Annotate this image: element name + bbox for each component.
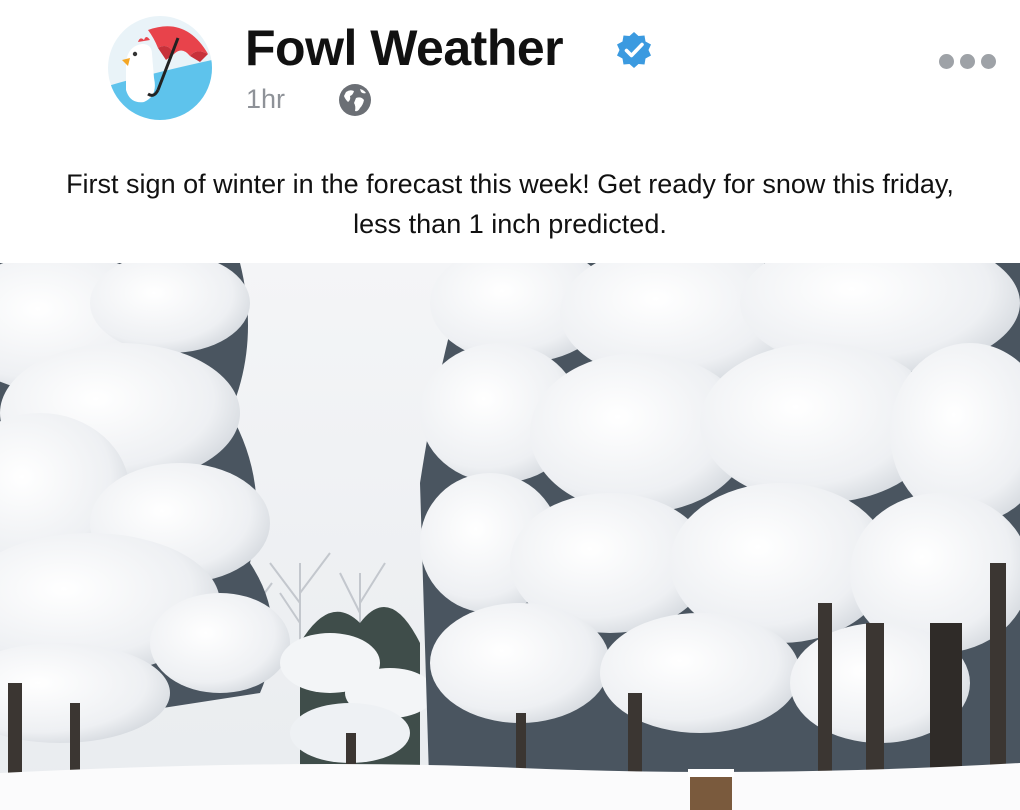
more-options-icon[interactable] <box>934 48 1002 74</box>
post-timestamp[interactable]: 1hr <box>246 82 285 116</box>
page-name[interactable]: Fowl Weather <box>245 18 564 78</box>
verified-badge-icon <box>614 30 654 70</box>
post-photo-snowy-trees[interactable] <box>0 263 1020 810</box>
globe-icon[interactable] <box>338 83 372 117</box>
post-text: First sign of winter in the forecast thi… <box>66 169 954 239</box>
umbrella-chicken-logo <box>108 16 212 120</box>
page-avatar[interactable] <box>108 16 212 120</box>
post-header: Fowl Weather 1hr <box>0 0 1020 140</box>
